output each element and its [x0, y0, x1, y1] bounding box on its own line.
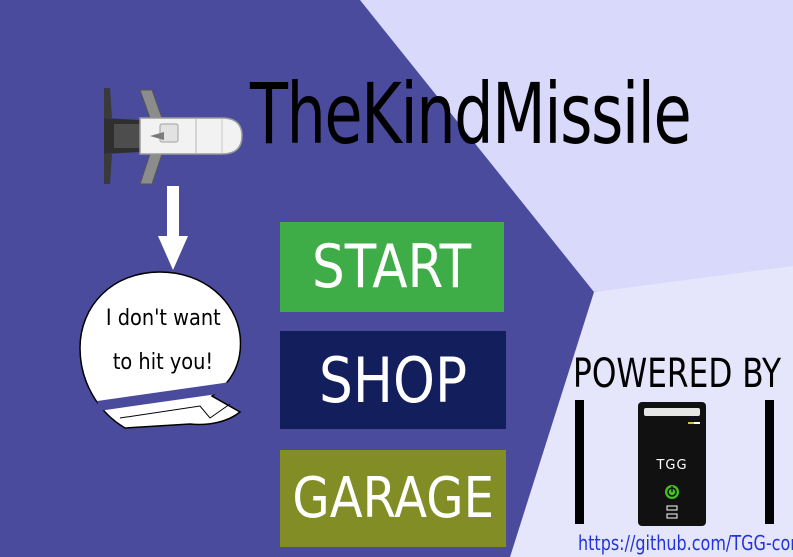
speech-line-1-text: I don't want: [105, 306, 221, 331]
speech-line-1: I don't want: [88, 308, 238, 330]
start-button[interactable]: START: [280, 222, 504, 312]
tgg-github-link[interactable]: https://github.com/TGG-com: [578, 533, 793, 553]
shop-button[interactable]: SHOP: [280, 331, 506, 429]
speech-line-2: to hit you!: [88, 352, 238, 374]
speech-line-2-text: to hit you!: [112, 350, 214, 375]
tgg-github-link-text: https://github.com/TGG-com: [578, 531, 793, 555]
game-title: TheKindMissile: [250, 65, 692, 163]
shop-button-label: SHOP: [318, 343, 468, 417]
garage-button[interactable]: GARAGE: [280, 450, 506, 547]
garage-button-label: GARAGE: [292, 466, 494, 531]
powered-by-label: POWERED BY: [573, 354, 793, 394]
start-button-label: START: [312, 232, 472, 302]
tgg-logo-text: TGG: [656, 458, 688, 473]
powered-by-text: POWERED BY: [573, 351, 782, 397]
